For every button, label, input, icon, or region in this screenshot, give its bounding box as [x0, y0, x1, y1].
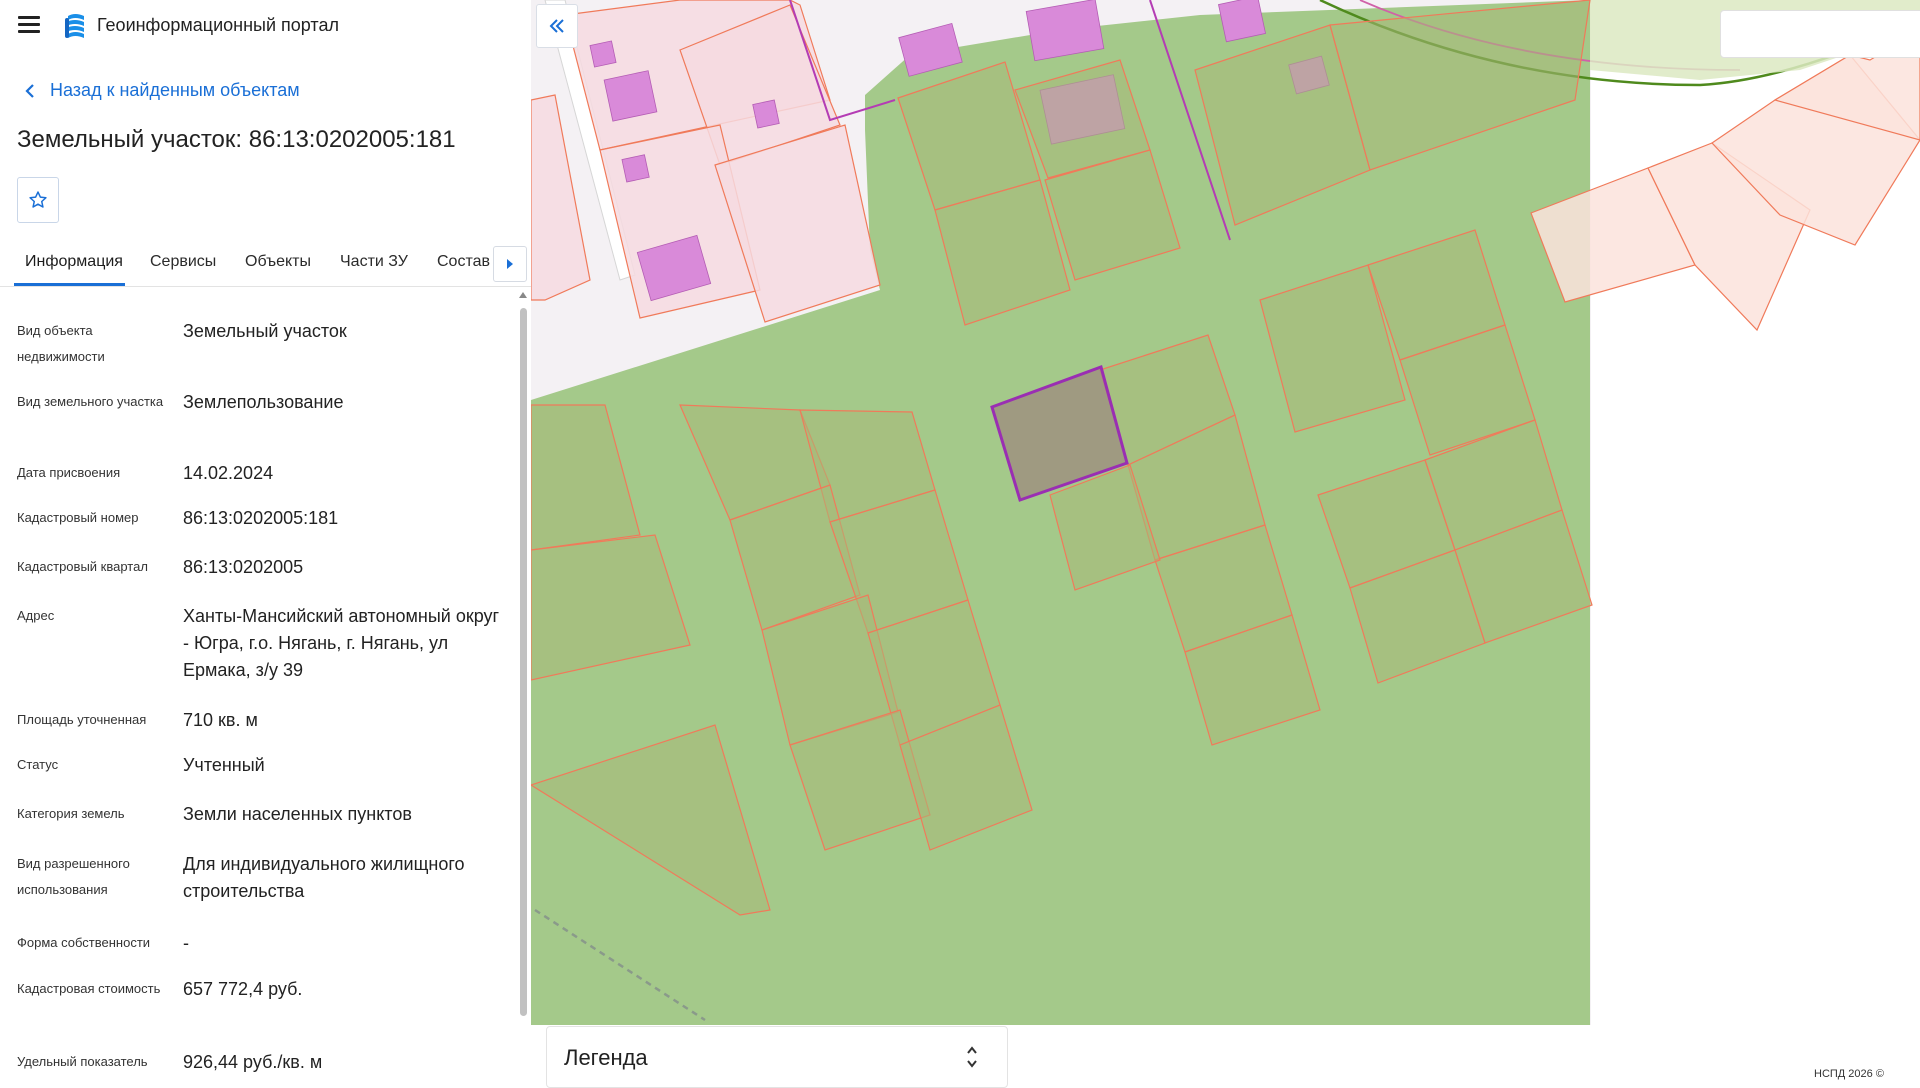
info-sidebar: Геоинформационный портал Назад к найденн… [0, 0, 531, 1080]
detail-label: Дата присвоения [17, 465, 121, 480]
detail-value: Землепользование [183, 392, 344, 412]
detail-value: Учтенный [183, 755, 265, 775]
legend-label: Легенда [564, 1045, 648, 1070]
detail-label: Площадь уточненная [17, 712, 147, 727]
detail-value: 710 кв. м [183, 710, 258, 730]
page-title: Земельный участок: 86:13:0202005:181 [17, 126, 456, 153]
tabs-scroll-right-button[interactable] [493, 246, 527, 282]
tab-objects[interactable]: Объекты [245, 253, 311, 271]
detail-value: 657 772,4 руб. [183, 979, 303, 999]
legend-panel[interactable]: Легенда [546, 1026, 1008, 1088]
detail-label: Вид земельного участка [17, 394, 164, 409]
map-layer[interactable] [531, 0, 1920, 1080]
tab-information[interactable]: Информация [25, 253, 123, 271]
detail-value: Ханты-Мансийский автономный округ - Югра… [183, 606, 500, 680]
portal-logo-icon [65, 14, 84, 38]
tab-composition[interactable]: Состав [437, 253, 490, 271]
star-icon [29, 191, 47, 208]
detail-value: Для индивидуального жилищного строительс… [183, 854, 465, 901]
detail-label: Форма собственности [17, 935, 151, 950]
detail-label: Вид разрешенного использования [17, 856, 130, 897]
tab-parts[interactable]: Части ЗУ [340, 253, 408, 271]
chevron-left-icon [25, 83, 34, 98]
detail-label: Кадастровый квартал [17, 559, 148, 574]
detail-label: Статус [17, 757, 59, 772]
detail-label: Адрес [17, 608, 55, 623]
double-chevron-left-icon [549, 19, 564, 33]
map-search-box[interactable] [1720, 10, 1920, 58]
caret-right-icon [507, 259, 513, 269]
detail-label: Вид объекта недвижимости [17, 323, 105, 364]
detail-label: Кадастровый номер [17, 510, 139, 525]
collapse-sidebar-button[interactable] [536, 4, 578, 48]
detail-value: Земли населенных пунктов [183, 804, 412, 824]
tab-services[interactable]: Сервисы [150, 253, 216, 271]
detail-value: Земельный участок [183, 321, 347, 341]
active-tab-indicator [14, 283, 125, 286]
back-to-results-link[interactable]: Назад к найденным объектам [22, 80, 300, 101]
hamburger-menu-icon[interactable] [18, 16, 40, 34]
tab-bar: Информация Сервисы Объекты Части ЗУ Сост… [0, 240, 531, 287]
detail-label: Удельный показатель [17, 1054, 148, 1069]
favorite-button[interactable] [17, 177, 59, 223]
detail-label: Категория земель [17, 806, 125, 821]
detail-value: 926,44 руб./кв. м [183, 1052, 323, 1072]
detail-value: 14.02.2024 [183, 463, 274, 483]
scroll-up-arrow-icon[interactable] [519, 292, 527, 298]
detail-value: 86:13:0202005:181 [183, 508, 339, 528]
sidebar-scrollbar-thumb[interactable] [520, 308, 527, 1016]
app-title: Геоинформационный портал [97, 15, 339, 35]
detail-label: Кадастровая стоимость [17, 981, 161, 996]
app-header: Геоинформационный портал [0, 0, 531, 52]
detail-value: 86:13:0202005 [183, 557, 304, 577]
detail-value: - [183, 933, 189, 953]
map-canvas[interactable] [531, 0, 1920, 1080]
expand-collapse-icon [967, 1046, 977, 1068]
back-link-label: Назад к найденным объектам [50, 80, 300, 100]
